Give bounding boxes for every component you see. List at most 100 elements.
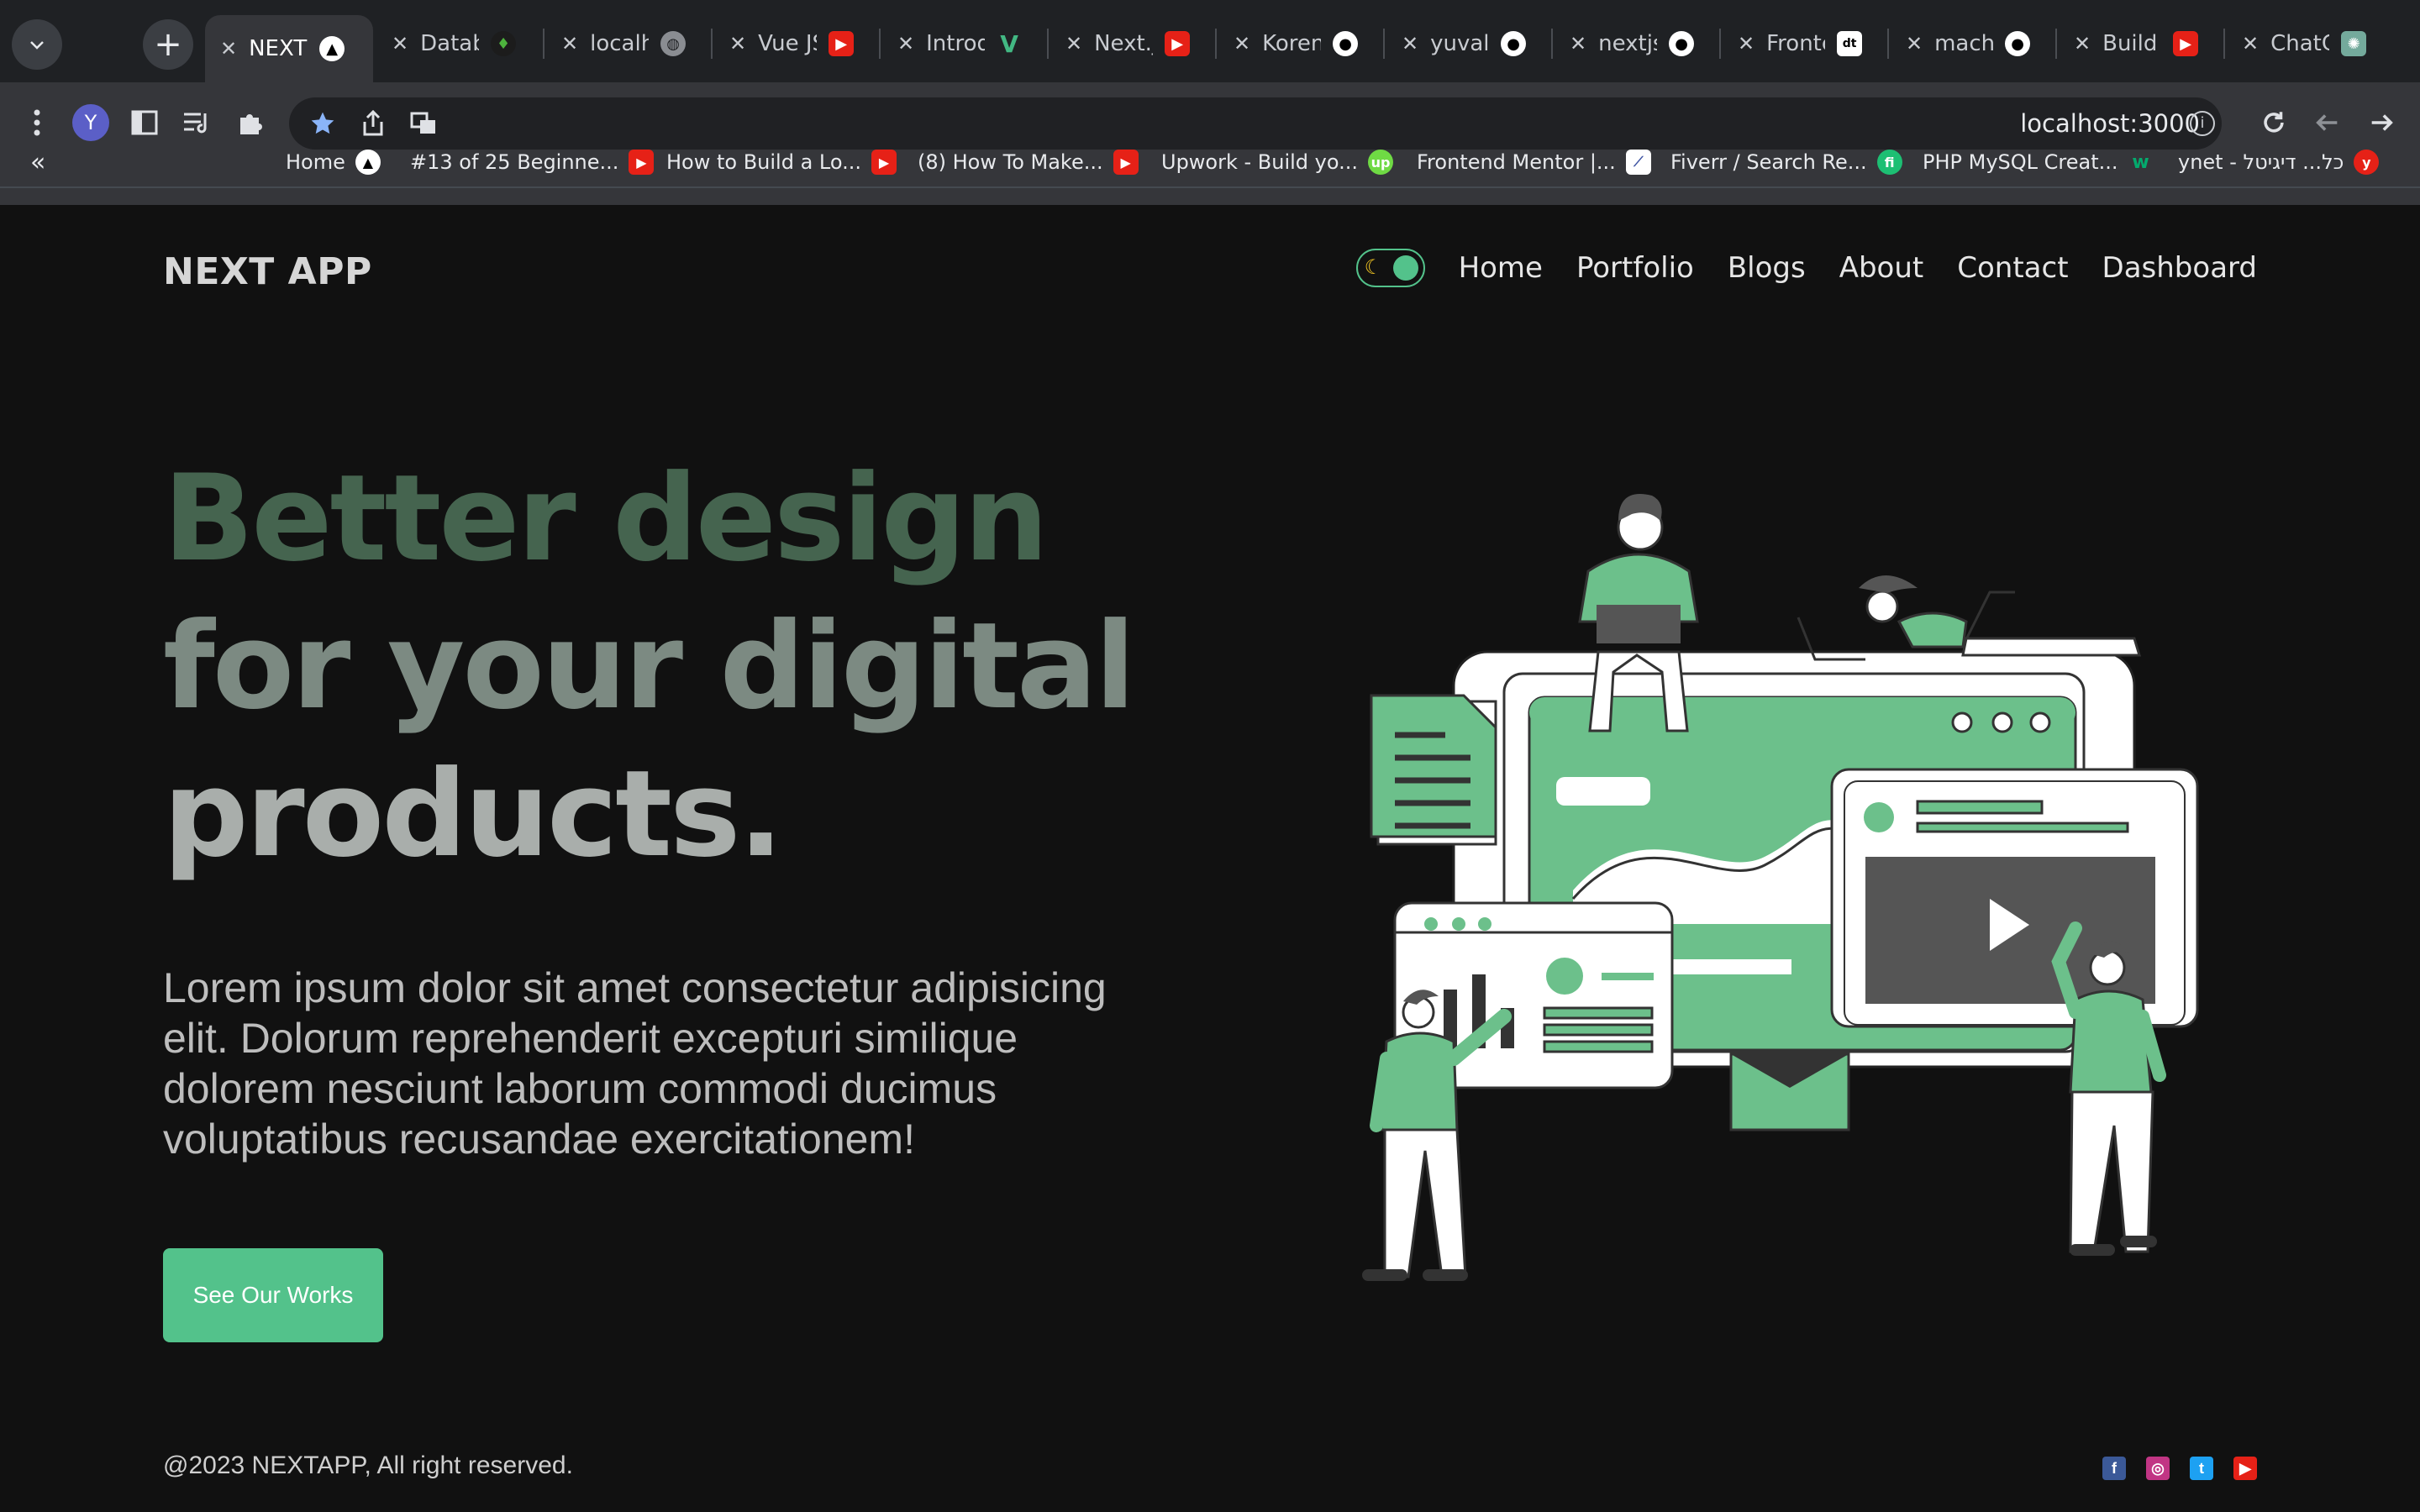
bookmark-item[interactable]: #13 of 25 Beginne... ▶	[410, 146, 655, 178]
youtube-icon: ▶	[829, 31, 855, 56]
bookmark-item[interactable]: PHP MySQL Creat... w	[1923, 146, 2154, 178]
hero-description: Lorem ipsum dolor sit amet consectetur a…	[163, 964, 1107, 1163]
nav-home[interactable]: Home	[1459, 251, 1543, 285]
bookmark-item[interactable]: Home ▲	[286, 146, 381, 178]
youtube-icon[interactable]: ▶	[2233, 1457, 2257, 1480]
close-icon[interactable]: ✕	[2074, 32, 2091, 55]
avatar: Y	[72, 104, 109, 141]
tab-title: ChatGPT	[2270, 31, 2329, 56]
tab-divider	[1551, 29, 1553, 59]
tab-introduction[interactable]: ✕ Introduction V	[882, 15, 1047, 72]
nav-about[interactable]: About	[1839, 251, 1924, 285]
tab-title: Vue JS	[758, 31, 817, 56]
brand-logo[interactable]: NEXT APP	[163, 250, 372, 293]
fiverr-icon: fi	[1876, 150, 1902, 175]
github-icon: ●	[2005, 31, 2031, 56]
close-icon[interactable]: ✕	[220, 37, 237, 60]
hero-title-line-3: products.	[163, 745, 784, 884]
youtube-icon: ▶	[871, 150, 897, 175]
close-icon[interactable]: ✕	[1906, 32, 1923, 55]
tab-yuvalle[interactable]: ✕ yuvalle ●	[1386, 15, 1551, 72]
nav-portfolio[interactable]: Portfolio	[1576, 251, 1694, 285]
chrome-divider	[0, 186, 2420, 188]
close-icon[interactable]: ✕	[2242, 32, 2259, 55]
tab-build-a[interactable]: ✕ Build a ▶	[2059, 15, 2223, 72]
bookmark-item[interactable]: (8) How To Make... ▶	[918, 146, 1139, 178]
tab-macha[interactable]: ✕ macha ●	[1891, 15, 2055, 72]
theme-toggle[interactable]: ☾	[1355, 249, 1425, 287]
social-links: f ◎ t ▶	[2102, 1457, 2257, 1480]
tab-divider	[2223, 29, 2225, 59]
bookmark-item[interactable]: Fiverr / Search Re... fi	[1670, 146, 1902, 178]
close-icon[interactable]: ✕	[1402, 32, 1418, 55]
bookmark-item[interactable]: Frontend Mentor |... ⟋	[1417, 146, 1651, 178]
moon-icon: ☾	[1364, 255, 1383, 279]
bookmark-label: Frontend Mentor |...	[1417, 150, 1616, 174]
nav-blogs[interactable]: Blogs	[1728, 251, 1806, 285]
bookmark-label: Fiverr / Search Re...	[1670, 150, 1867, 174]
bookmarks-overflow-button[interactable]: «	[30, 146, 45, 178]
main-nav: ☾ Home Portfolio Blogs About Contact Das…	[1355, 249, 2257, 287]
tab-korenc[interactable]: ✕ KorenC ●	[1218, 15, 1383, 72]
nav-dashboard[interactable]: Dashboard	[2102, 251, 2257, 285]
openai-icon: ✺	[2341, 31, 2367, 56]
tab-nextjs-video[interactable]: ✕ Next.js ▶	[1050, 15, 1215, 72]
ynet-icon: y	[2354, 150, 2380, 175]
tab-divider	[1719, 29, 1721, 59]
mongodb-icon: ♦	[491, 31, 517, 56]
tab-next-app[interactable]: ✕ NEXT APP ▲	[205, 15, 373, 82]
bookmarks-bar: « Home ▲ #13 of 25 Beginne... ▶ How to B…	[0, 138, 2420, 186]
tab-nextjs[interactable]: ✕ nextjs ●	[1555, 15, 1719, 72]
footer-copyright: @2023 NEXTAPP, All right reserved.	[163, 1452, 573, 1479]
tab-title: Frontend	[1766, 31, 1825, 56]
tab-chatgpt[interactable]: ✕ ChatGPT ✺	[2227, 15, 2412, 72]
bookmark-label: #13 of 25 Beginne...	[410, 150, 619, 174]
bookmark-label: ynet - כל... דיגיטל	[2178, 150, 2344, 174]
tab-frontend[interactable]: ✕ Frontend dt	[1723, 15, 1887, 72]
nav-contact[interactable]: Contact	[1957, 251, 2068, 285]
tab-title: macha	[1934, 31, 1994, 56]
tab-localhost[interactable]: ✕ localhost ◍	[546, 15, 711, 72]
bookmark-item[interactable]: ynet - כל... דיגיטל y	[2178, 146, 2380, 178]
facebook-icon[interactable]: f	[2102, 1457, 2126, 1480]
tab-vue-js[interactable]: ✕ Vue JS ▶	[714, 15, 879, 72]
close-icon[interactable]: ✕	[561, 32, 578, 55]
youtube-icon: ▶	[1113, 150, 1139, 175]
close-icon[interactable]: ✕	[1570, 32, 1586, 55]
new-tab-button[interactable]: +	[143, 19, 193, 70]
toggle-knob	[1392, 255, 1418, 281]
close-icon[interactable]: ✕	[897, 32, 914, 55]
tab-title: Next.js	[1094, 31, 1153, 56]
tab-divider	[1047, 29, 1049, 59]
tab-title: nextjs	[1598, 31, 1657, 56]
tab-search-button[interactable]	[12, 19, 62, 70]
tab-divider	[879, 29, 881, 59]
bookmark-item[interactable]: Upwork - Build yo... up	[1161, 146, 1394, 178]
close-icon[interactable]: ✕	[1738, 32, 1754, 55]
github-icon: ●	[1669, 31, 1695, 56]
close-icon[interactable]: ✕	[392, 32, 408, 55]
see-our-works-button[interactable]: See Our Works	[163, 1248, 383, 1342]
close-icon[interactable]: ✕	[729, 32, 746, 55]
bookmark-label: How to Build a Lo...	[666, 150, 862, 174]
hero-title-line-1: Better design	[163, 449, 1049, 588]
vercel-icon: ▲	[355, 150, 381, 175]
bookmark-label: (8) How To Make...	[918, 150, 1103, 174]
hero-title: Better design for your digital products.	[163, 445, 1255, 889]
hero-title-line-2: for your digital	[163, 597, 1136, 736]
bookmark-label: Upwork - Build yo...	[1161, 150, 1359, 174]
twitter-icon[interactable]: t	[2190, 1457, 2213, 1480]
site-info-icon[interactable]: i	[2190, 111, 2215, 136]
plus-icon: +	[154, 25, 182, 64]
tab-divider	[1887, 29, 1889, 59]
instagram-icon[interactable]: ◎	[2146, 1457, 2170, 1480]
youtube-icon: ▶	[2173, 31, 2199, 56]
close-icon[interactable]: ✕	[1065, 32, 1082, 55]
tab-database[interactable]: ✕ Database ♦	[376, 15, 541, 72]
hero-illustration	[1362, 494, 2199, 1281]
github-icon: ●	[1501, 31, 1527, 56]
tab-title: localhost	[590, 31, 650, 56]
bookmark-item[interactable]: How to Build a Lo... ▶	[666, 146, 897, 178]
close-icon[interactable]: ✕	[1234, 32, 1250, 55]
tab-title: yuvalle	[1430, 31, 1490, 56]
